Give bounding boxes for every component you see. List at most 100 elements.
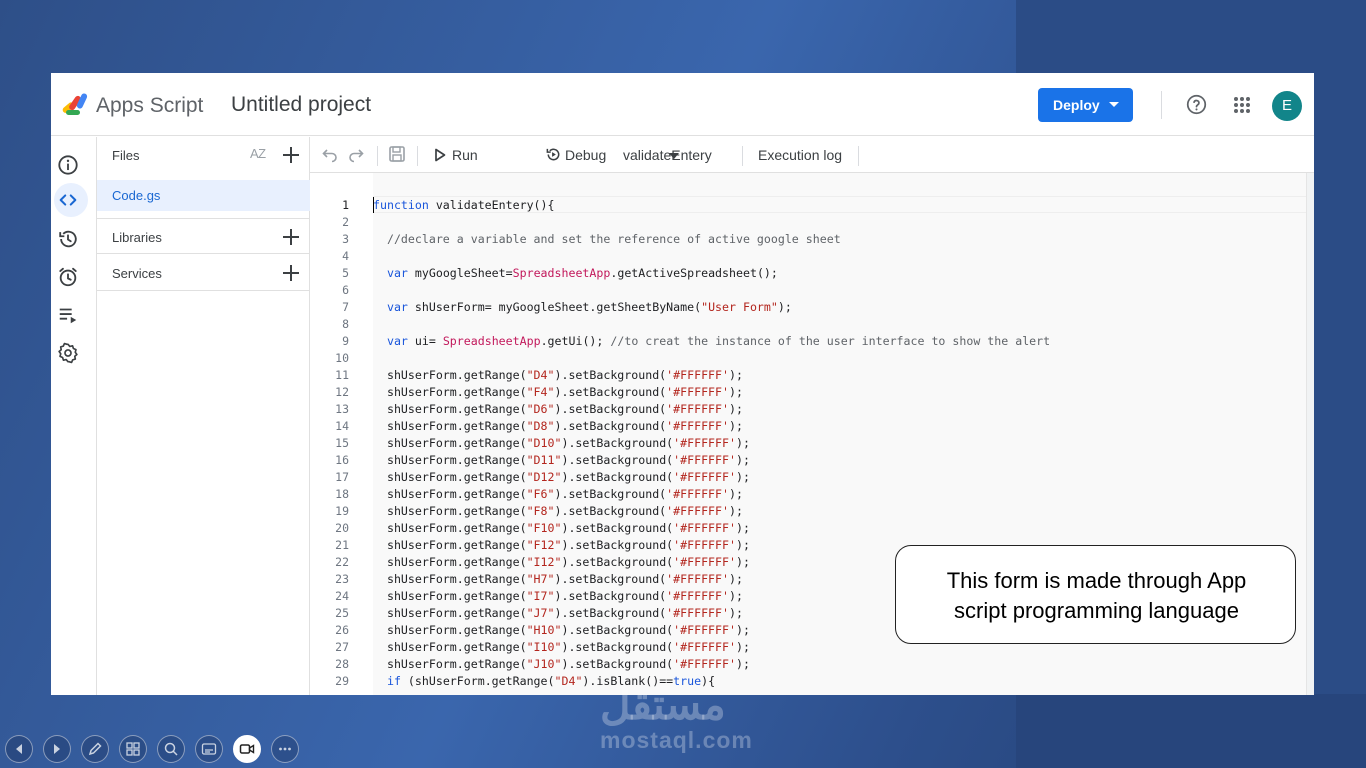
code-line: shUserForm.getRange("D12").setBackground…: [373, 470, 750, 484]
code-line: shUserForm.getRange("D8").setBackground(…: [373, 419, 743, 433]
previous-icon: [16, 744, 22, 754]
code-line: function validateEntery(){: [373, 198, 555, 212]
history-icon[interactable]: [57, 228, 79, 250]
pen-icon: [88, 742, 102, 756]
services-section: Services: [97, 255, 310, 291]
add-library-icon[interactable]: [280, 226, 302, 248]
chevron-down-icon: [1109, 102, 1119, 107]
line-number: 25: [335, 606, 349, 620]
code-line: shUserForm.getRange("D11").setBackground…: [373, 453, 750, 467]
add-file-icon[interactable]: [280, 144, 302, 166]
presenter-controls: [5, 735, 305, 763]
code-line: shUserForm.getRange("D4").setBackground(…: [373, 368, 743, 382]
next-button[interactable]: [43, 735, 71, 763]
line-number: 24: [335, 589, 349, 603]
line-number: 5: [342, 266, 349, 280]
more-icon: [279, 747, 291, 751]
line-number: 10: [335, 351, 349, 365]
run-label: Run: [452, 147, 478, 163]
code-line: shUserForm.getRange("D6").setBackground(…: [373, 402, 743, 416]
subtitles-button[interactable]: [195, 735, 223, 763]
code-line: shUserForm.getRange("F8").setBackground(…: [373, 504, 743, 518]
avatar[interactable]: E: [1272, 91, 1302, 121]
files-label: Files: [112, 148, 140, 163]
line-number: 11: [335, 368, 349, 382]
settings-icon[interactable]: [57, 342, 79, 364]
execution-log-button[interactable]: Execution log: [758, 147, 842, 163]
slides-grid-icon: [126, 742, 140, 756]
more-button[interactable]: [271, 735, 299, 763]
line-number: 12: [335, 385, 349, 399]
slide-background-panel-bottom: [1016, 694, 1366, 768]
code-line: //declare a variable and set the referen…: [386, 232, 841, 246]
undo-icon[interactable]: [321, 145, 339, 163]
text-cursor: [373, 197, 374, 213]
line-number: 4: [342, 249, 349, 263]
brand-name[interactable]: Apps Script: [96, 94, 203, 118]
code-line: shUserForm.getRange("F10").setBackground…: [373, 521, 750, 535]
sort-files-button[interactable]: AZ: [250, 146, 266, 161]
line-number: 16: [335, 453, 349, 467]
debug-icon: [546, 148, 560, 161]
line-number: 2: [342, 215, 349, 229]
apps-script-logo-icon[interactable]: [60, 90, 92, 118]
camera-button[interactable]: [233, 735, 261, 763]
code-icon[interactable]: [57, 189, 79, 211]
top-app-bar: Apps Script Untitled project Deploy E: [51, 73, 1314, 136]
libraries-label: Libraries: [112, 230, 162, 245]
files-header: Files AZ: [97, 137, 310, 173]
line-number: 15: [335, 436, 349, 450]
code-line: shUserForm.getRange("J7").setBackground(…: [373, 606, 743, 620]
toolbar-divider: [858, 146, 859, 166]
line-number: 29: [335, 674, 349, 688]
services-label: Services: [112, 266, 162, 281]
files-panel: Files AZ Code.gs Libraries Services: [97, 137, 310, 695]
code-line: shUserForm.getRange("F4").setBackground(…: [373, 385, 743, 399]
code-line: var myGoogleSheet=SpreadsheetApp.getActi…: [386, 266, 778, 280]
help-icon[interactable]: [1186, 94, 1207, 115]
executions-icon[interactable]: [57, 304, 79, 326]
line-number: 3: [342, 232, 349, 246]
code-line: shUserForm.getRange("J10").setBackground…: [373, 657, 750, 671]
line-number: 23: [335, 572, 349, 586]
zoom-icon: [164, 742, 178, 756]
add-service-icon[interactable]: [280, 262, 302, 284]
line-number: 28: [335, 657, 349, 671]
deploy-button[interactable]: Deploy: [1038, 88, 1133, 122]
toolbar-divider: [377, 146, 378, 166]
next-icon: [54, 744, 60, 754]
line-number: 8: [342, 317, 349, 331]
code-line: shUserForm.getRange("F6").setBackground(…: [373, 487, 743, 501]
line-number: 20: [335, 521, 349, 535]
zoom-button[interactable]: [157, 735, 185, 763]
divider: [1161, 91, 1162, 119]
slides-grid-button[interactable]: [119, 735, 147, 763]
line-number: 7: [342, 300, 349, 314]
toolbar-divider: [742, 146, 743, 166]
alarm-icon[interactable]: [57, 266, 79, 288]
debug-label: Debug: [565, 147, 607, 163]
project-title[interactable]: Untitled project: [231, 93, 371, 117]
code-line: var ui= SpreadsheetApp.getUi(); //to cre…: [386, 334, 1051, 348]
vertical-scrollbar[interactable]: [1306, 173, 1314, 695]
code-line: shUserForm.getRange("D10").setBackground…: [373, 436, 750, 450]
camera-icon: [239, 744, 255, 754]
line-number: 14: [335, 419, 349, 433]
code-line: shUserForm.getRange("H7").setBackground(…: [373, 572, 743, 586]
line-number: 6: [342, 283, 349, 297]
save-icon[interactable]: [388, 145, 406, 163]
code-line: shUserForm.getRange("I7").setBackground(…: [373, 589, 743, 603]
previous-button[interactable]: [5, 735, 33, 763]
info-icon[interactable]: [57, 154, 79, 176]
play-icon: [435, 148, 446, 162]
line-number: 27: [335, 640, 349, 654]
toolbar-divider: [417, 146, 418, 166]
file-item-code-gs[interactable]: Code.gs: [97, 180, 310, 211]
redo-icon[interactable]: [347, 145, 365, 163]
code-line: shUserForm.getRange("F12").setBackground…: [373, 538, 750, 552]
line-number: 21: [335, 538, 349, 552]
apps-grid-icon[interactable]: [1233, 96, 1251, 114]
left-nav-rail: [51, 137, 97, 695]
line-number: 17: [335, 470, 349, 484]
pen-button[interactable]: [81, 735, 109, 763]
